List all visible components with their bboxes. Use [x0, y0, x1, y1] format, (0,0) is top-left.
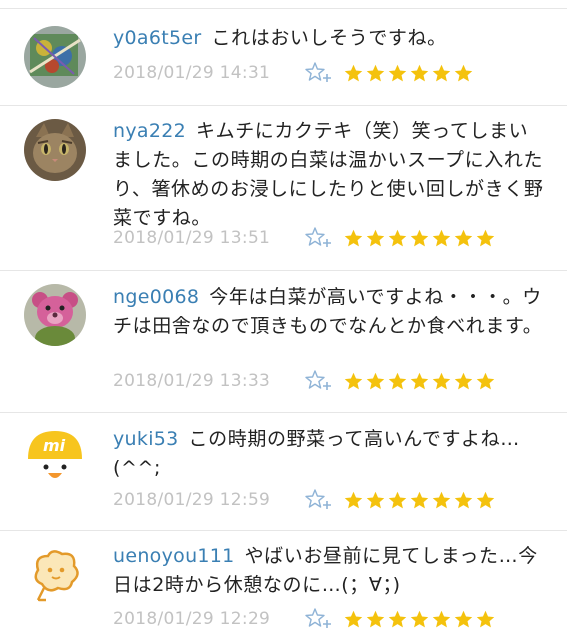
comment-item: uenoyou111 やばいお昼前に見てしまった…今日は2時から休憩なのに…(；∀… [0, 530, 567, 640]
star-icon[interactable] [409, 609, 430, 630]
star-icon[interactable] [343, 371, 364, 392]
star-icon[interactable] [365, 609, 386, 630]
add-star-icon[interactable] [305, 226, 333, 250]
comment-meta: 2018/01/29 13:51 [113, 224, 496, 252]
cat-avatar-icon[interactable] [24, 119, 86, 181]
star-icon[interactable] [431, 63, 452, 84]
star-icon[interactable] [453, 228, 474, 249]
comment-text: yuki53 この時期の野菜って高いんですよね…(^^; [113, 425, 545, 483]
star-icon[interactable] [475, 490, 496, 511]
star-icon[interactable] [431, 490, 452, 511]
comment-meta: 2018/01/29 12:29 [113, 605, 496, 633]
star-icon[interactable] [409, 371, 430, 392]
star-icon[interactable] [387, 228, 408, 249]
svg-text:mi: mi [43, 436, 66, 455]
comment-username[interactable]: yuki53 [113, 428, 179, 450]
star-icon[interactable] [453, 63, 474, 84]
painting-avatar-icon[interactable] [24, 26, 86, 88]
pink-bear-avatar-icon[interactable] [24, 284, 86, 346]
comment-timestamp[interactable]: 2018/01/29 12:59 [113, 490, 303, 510]
star-list [343, 63, 474, 84]
star-icon[interactable] [431, 371, 452, 392]
comment-message: これはおいしそうですね。 [211, 27, 447, 49]
star-icon[interactable] [475, 609, 496, 630]
star-icon[interactable] [343, 490, 364, 511]
comment-timestamp[interactable]: 2018/01/29 13:51 [113, 228, 303, 248]
add-star-icon[interactable] [305, 488, 333, 512]
star-list [343, 609, 496, 630]
comment-meta: 2018/01/29 14:31 [113, 59, 474, 87]
comment-item: nya222 キムチにカクテキ（笑）笑ってしまいました。この時期の白菜は温かいスー… [0, 105, 567, 271]
star-icon[interactable] [387, 371, 408, 392]
star-icon[interactable] [343, 63, 364, 84]
star-icon[interactable] [365, 490, 386, 511]
comment-timestamp[interactable]: 2018/01/29 12:29 [113, 609, 303, 629]
add-star-icon[interactable] [305, 607, 333, 631]
star-icon[interactable] [365, 371, 386, 392]
comment-timestamp[interactable]: 2018/01/29 14:31 [113, 63, 303, 83]
star-icon[interactable] [475, 371, 496, 392]
add-star-icon[interactable] [305, 61, 333, 85]
comment-text: y0a6t5er これはおいしそうですね。 [113, 24, 545, 53]
star-icon[interactable] [387, 490, 408, 511]
star-icon[interactable] [343, 228, 364, 249]
star-icon[interactable] [343, 609, 364, 630]
comment-timestamp[interactable]: 2018/01/29 13:33 [113, 371, 303, 391]
star-icon[interactable] [387, 609, 408, 630]
star-icon[interactable] [365, 63, 386, 84]
comment-text: nya222 キムチにカクテキ（笑）笑ってしまいました。この時期の白菜は温かいスー… [113, 117, 545, 233]
star-icon[interactable] [387, 63, 408, 84]
star-icon[interactable] [365, 228, 386, 249]
comment-meta: 2018/01/29 13:33 [113, 367, 496, 395]
comment-username[interactable]: y0a6t5er [113, 27, 202, 49]
comment-item: nge0068 今年は白菜が高いですよね・・・。ウチは田舎なので頂きものでなんとか… [0, 270, 567, 413]
comment-text: uenoyou111 やばいお昼前に見てしまった…今日は2時から休憩なのに…(；∀… [113, 542, 545, 600]
comment-text: nge0068 今年は白菜が高いですよね・・・。ウチは田舎なので頂きものでなんとか… [113, 283, 545, 341]
star-icon[interactable] [409, 63, 430, 84]
yellow-chick-avatar-icon[interactable]: mi [24, 425, 86, 487]
comment-username[interactable]: nya222 [113, 120, 186, 142]
comment-item: y0a6t5er これはおいしそうですね。 2018/01/29 14:31 [0, 8, 567, 106]
star-icon[interactable] [453, 371, 474, 392]
star-icon[interactable] [453, 490, 474, 511]
star-list [343, 371, 496, 392]
comment-item: mi yuki53 この時期の野菜って高いんですよね…(^^; 2018/01/2… [0, 412, 567, 531]
comment-meta: 2018/01/29 12:59 [113, 486, 496, 514]
star-icon[interactable] [409, 490, 430, 511]
add-star-icon[interactable] [305, 369, 333, 393]
star-icon[interactable] [475, 228, 496, 249]
star-icon[interactable] [431, 228, 452, 249]
cookie-character-avatar-icon[interactable] [24, 544, 86, 606]
comment-username[interactable]: nge0068 [113, 286, 199, 308]
comment-username[interactable]: uenoyou111 [113, 545, 235, 567]
star-icon[interactable] [431, 609, 452, 630]
star-icon[interactable] [409, 228, 430, 249]
star-list [343, 490, 496, 511]
star-icon[interactable] [453, 609, 474, 630]
star-list [343, 228, 496, 249]
